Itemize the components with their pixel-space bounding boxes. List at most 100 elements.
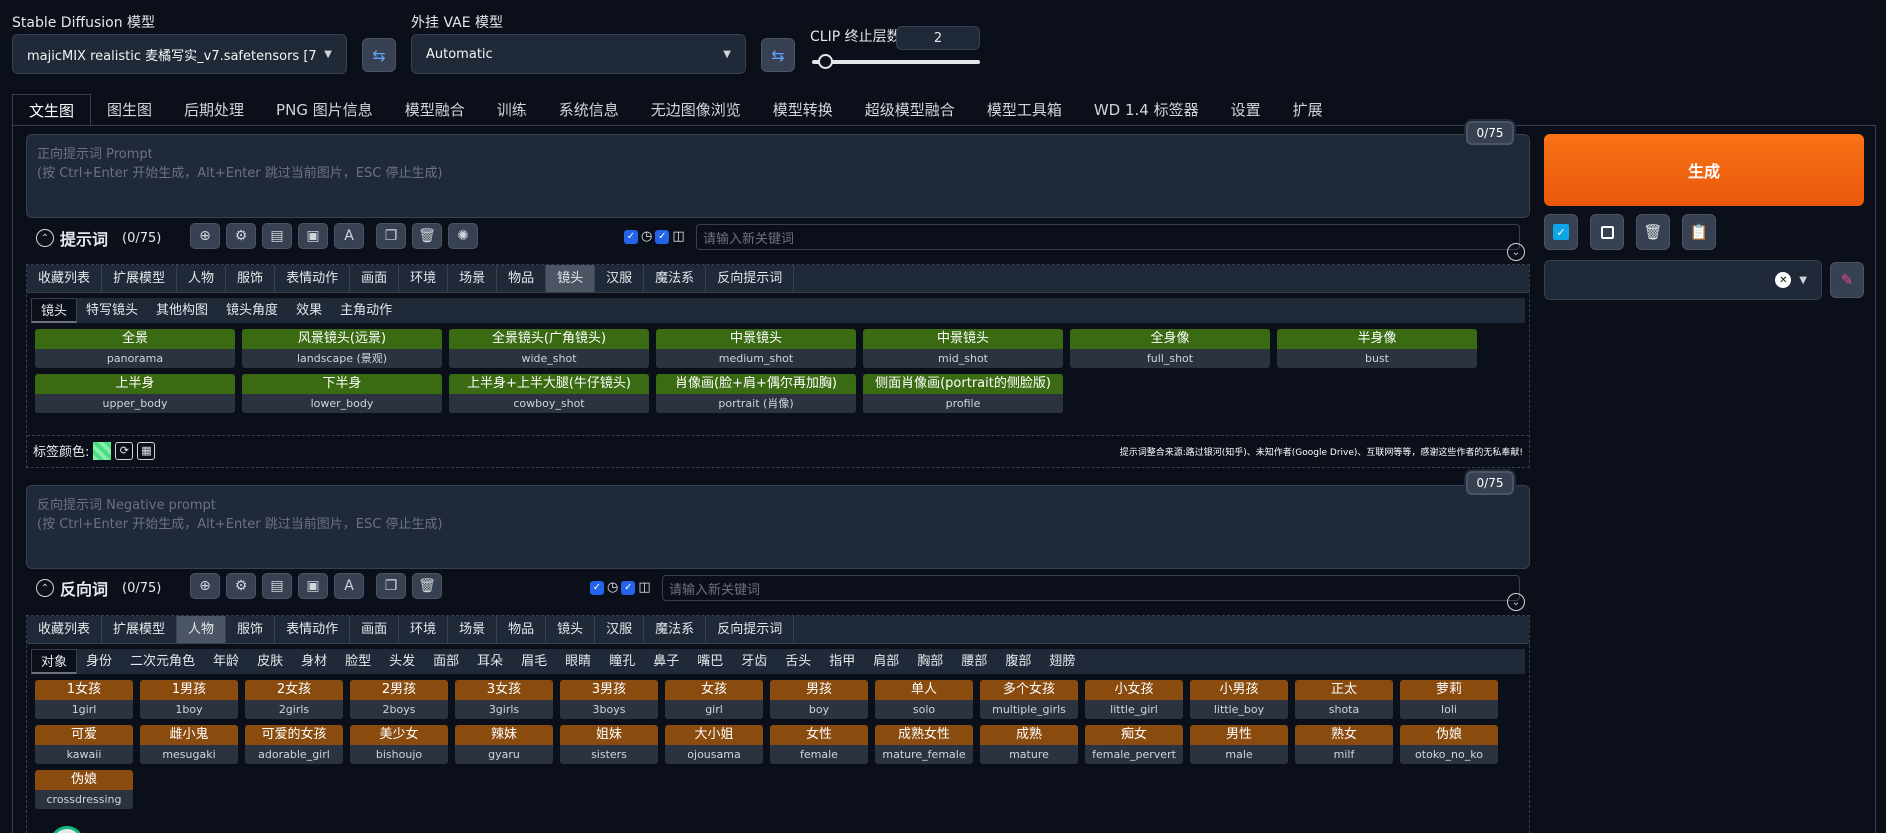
- bookmark-icon[interactable]: ▣: [298, 573, 328, 599]
- clip-slider-thumb[interactable]: [818, 54, 834, 69]
- category-tab[interactable]: 服饰: [226, 265, 276, 292]
- category-tab[interactable]: 反向提示词: [706, 616, 795, 643]
- subtab[interactable]: 胸部: [908, 649, 952, 674]
- category-tab[interactable]: 魔法系: [644, 616, 707, 643]
- history-icon[interactable]: ▤: [262, 223, 292, 249]
- keyword-chip[interactable]: 美少女 bishoujo: [350, 725, 448, 764]
- keyword-chip[interactable]: 成熟女性 mature_female: [875, 725, 973, 764]
- tab-11[interactable]: WD 1.4 标签器: [1078, 94, 1215, 126]
- keyword-chip[interactable]: 1男孩 1boy: [140, 680, 238, 719]
- subtab[interactable]: 眼睛: [556, 649, 600, 674]
- prompt-section-header[interactable]: ⌃ 提示词 (0/75): [36, 226, 161, 250]
- palette-icon[interactable]: ▦: [137, 441, 156, 460]
- category-tab[interactable]: 环境: [399, 616, 449, 643]
- prompt-keyword-input[interactable]: 请输入新关键词: [696, 224, 1520, 250]
- collapse-panel-icon[interactable]: ⌄: [1507, 593, 1525, 611]
- category-tab[interactable]: 魔法系: [644, 265, 707, 292]
- subtab[interactable]: 脸型: [336, 649, 380, 674]
- category-tab[interactable]: 汉服: [595, 616, 645, 643]
- subtab[interactable]: 头发: [380, 649, 424, 674]
- keyword-chip[interactable]: 男孩 boy: [770, 680, 868, 719]
- checkbox-checked[interactable]: ✓: [621, 580, 636, 595]
- subtab[interactable]: 镜头: [31, 298, 78, 323]
- keyword-chip[interactable]: 上半身 upper_body: [35, 374, 235, 413]
- gear-icon[interactable]: ⚙: [226, 223, 256, 249]
- keyword-chip[interactable]: 全景 panorama: [35, 329, 235, 368]
- keyword-chip[interactable]: 下半身 lower_body: [242, 374, 442, 413]
- refresh-vae-button[interactable]: ⇆: [761, 38, 795, 72]
- keyword-chip[interactable]: 姐妹 sisters: [560, 725, 658, 764]
- clear-icon[interactable]: ✕: [1775, 272, 1792, 288]
- tab-1[interactable]: 图生图: [91, 94, 168, 126]
- keyword-chip[interactable]: 男性 male: [1190, 725, 1288, 764]
- tab-10[interactable]: 模型工具箱: [971, 94, 1078, 126]
- keyword-chip[interactable]: 小女孩 little_girl: [1085, 680, 1183, 719]
- subtab[interactable]: 其他构图: [147, 298, 217, 323]
- keyword-chip[interactable]: 可爱的女孩 adorable_girl: [245, 725, 343, 764]
- checkbox-checked[interactable]: ✓: [590, 580, 604, 595]
- subtab[interactable]: 身材: [292, 649, 336, 674]
- keyword-chip[interactable]: 辣妹 gyaru: [455, 725, 553, 764]
- globe-icon[interactable]: ⊕: [190, 573, 220, 599]
- tab-13[interactable]: 扩展: [1277, 94, 1339, 126]
- keyword-chip[interactable]: 痴女 female_pervert: [1085, 725, 1183, 764]
- category-tab[interactable]: 镜头: [546, 616, 596, 643]
- tab-5[interactable]: 训练: [481, 94, 543, 126]
- collapse-panel-icon[interactable]: ⌄: [1507, 243, 1525, 261]
- keyword-chip[interactable]: 3女孩 3girls: [455, 680, 553, 719]
- subtab[interactable]: 主角动作: [331, 298, 401, 323]
- reset-icon[interactable]: ⟳: [115, 441, 134, 460]
- keyword-chip[interactable]: 正太 shota: [1295, 680, 1393, 719]
- trash-icon[interactable]: 🗑: [412, 573, 442, 599]
- keyword-chip[interactable]: 伪娘 otoko_no_ko: [1400, 725, 1498, 764]
- tab-12[interactable]: 设置: [1215, 94, 1277, 126]
- clipboard-tool-button[interactable]: 📋: [1682, 214, 1716, 250]
- openai-icon[interactable]: ✺: [448, 223, 478, 249]
- category-tab[interactable]: 表情动作: [275, 616, 351, 643]
- clip-number-input[interactable]: 2: [896, 26, 980, 50]
- keyword-chip[interactable]: 女性 female: [770, 725, 868, 764]
- category-tab[interactable]: 扩展模型: [102, 265, 178, 292]
- keyword-chip[interactable]: 中景镜头 medium_shot: [656, 329, 856, 368]
- keyword-chip[interactable]: 大小姐 ojousama: [665, 725, 763, 764]
- subtab[interactable]: 指甲: [820, 649, 864, 674]
- keyword-chip[interactable]: 中景镜头 mid_shot: [863, 329, 1063, 368]
- tab-8[interactable]: 模型转换: [757, 94, 849, 126]
- subtab[interactable]: 翅膀: [1040, 649, 1084, 674]
- category-tab[interactable]: 反向提示词: [706, 265, 795, 292]
- subtab[interactable]: 瞳孔: [600, 649, 644, 674]
- square-tool-button[interactable]: [1590, 214, 1624, 250]
- gear-icon[interactable]: ⚙: [226, 573, 256, 599]
- category-tab[interactable]: 汉服: [595, 265, 645, 292]
- subtab[interactable]: 特写镜头: [77, 298, 147, 323]
- translate-icon[interactable]: A: [334, 223, 364, 249]
- subtab[interactable]: 腹部: [996, 649, 1040, 674]
- subtab[interactable]: 舌头: [776, 649, 820, 674]
- keyword-chip[interactable]: 伪娘 crossdressing: [35, 770, 133, 809]
- keyword-chip[interactable]: 2男孩 2boys: [350, 680, 448, 719]
- keyword-chip[interactable]: 萝莉 loli: [1400, 680, 1498, 719]
- subtab[interactable]: 面部: [424, 649, 468, 674]
- tab-7[interactable]: 无边图像浏览: [635, 94, 757, 126]
- negative-textarea[interactable]: 反向提示词 Negative prompt (按 Ctrl+Enter 开始生成…: [26, 485, 1530, 569]
- keyword-chip[interactable]: 全身像 full_shot: [1070, 329, 1270, 368]
- collapse-icon[interactable]: ⌃: [36, 579, 54, 597]
- category-tab[interactable]: 画面: [350, 616, 400, 643]
- collapse-icon[interactable]: ⌃: [36, 229, 54, 247]
- category-tab[interactable]: 镜头: [546, 265, 596, 292]
- keyword-chip[interactable]: 半身像 bust: [1277, 329, 1477, 368]
- keyword-chip[interactable]: 小男孩 little_boy: [1190, 680, 1288, 719]
- subtab[interactable]: 皮肤: [248, 649, 292, 674]
- edit-styles-button[interactable]: ✎: [1830, 262, 1864, 298]
- keyword-chip[interactable]: 侧面肖像画(portrait的侧脸版) profile: [863, 374, 1063, 413]
- keyword-chip[interactable]: 雌小鬼 mesugaki: [140, 725, 238, 764]
- category-tab[interactable]: 服饰: [226, 616, 276, 643]
- subtab[interactable]: 耳朵: [468, 649, 512, 674]
- tab-4[interactable]: 模型融合: [389, 94, 481, 126]
- clip-slider-track[interactable]: [812, 54, 980, 69]
- keyword-chip[interactable]: 熟女 milf: [1295, 725, 1393, 764]
- keyword-chip[interactable]: 2女孩 2girls: [245, 680, 343, 719]
- keyword-chip[interactable]: 3男孩 3boys: [560, 680, 658, 719]
- subtab[interactable]: 鼻子: [644, 649, 688, 674]
- trash-tool-button[interactable]: 🗑: [1636, 214, 1670, 250]
